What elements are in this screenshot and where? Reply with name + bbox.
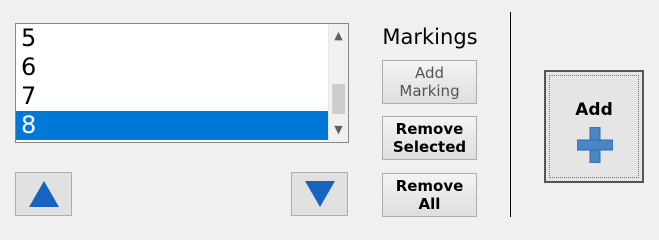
- remove-all-button[interactable]: Remove All: [382, 173, 477, 217]
- remove-selected-button[interactable]: Remove Selected: [382, 116, 477, 160]
- markings-listbox[interactable]: 5 6 7 8 ▲ ▼: [15, 23, 349, 143]
- add-marking-button[interactable]: Add Marking: [382, 60, 477, 104]
- markings-title: Markings: [382, 25, 478, 49]
- add-marking-label: Add Marking: [399, 64, 460, 100]
- move-up-icon: [29, 181, 59, 207]
- list-item-selected[interactable]: 8: [16, 111, 328, 140]
- scroll-thumb[interactable]: [332, 84, 345, 114]
- add-button[interactable]: Add: [544, 70, 644, 183]
- remove-all-label: Remove All: [395, 177, 464, 213]
- scroll-up-icon[interactable]: ▲: [329, 26, 348, 46]
- scroll-down-icon[interactable]: ▼: [329, 120, 348, 140]
- move-down-icon: [305, 181, 335, 207]
- add-label: Add: [575, 100, 613, 120]
- list-item[interactable]: 7: [16, 82, 328, 111]
- list-item[interactable]: 6: [16, 53, 328, 82]
- move-down-button[interactable]: [291, 172, 348, 216]
- list-item[interactable]: 5: [16, 24, 328, 53]
- list-scrollbar[interactable]: ▲ ▼: [328, 24, 348, 142]
- move-up-button[interactable]: [15, 172, 72, 216]
- vertical-divider: [510, 12, 511, 217]
- list-items: 5 6 7 8: [16, 24, 328, 142]
- plus-icon: [577, 127, 613, 163]
- remove-selected-label: Remove Selected: [392, 120, 467, 156]
